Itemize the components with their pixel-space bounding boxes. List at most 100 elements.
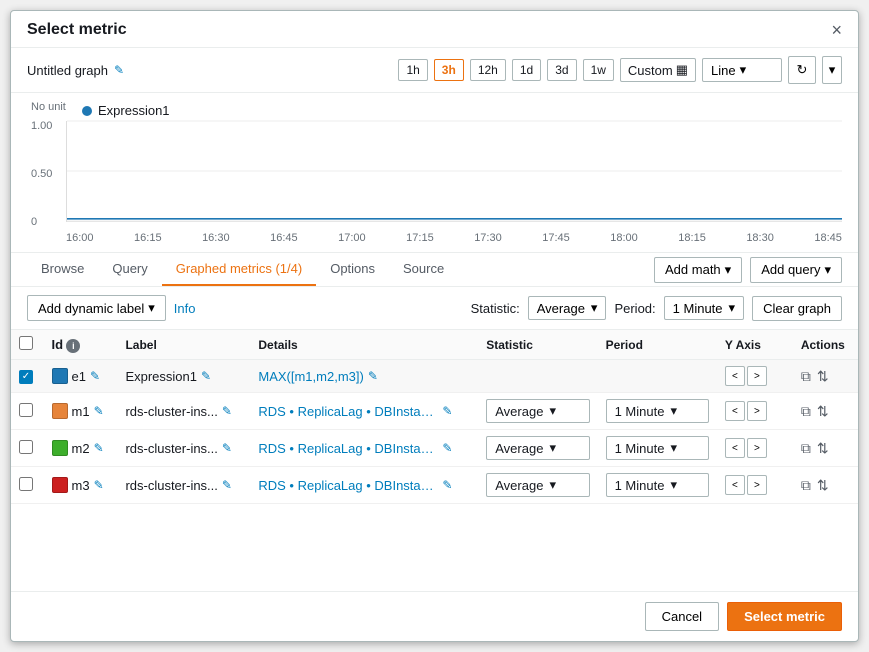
info-link[interactable]: Info [174, 301, 196, 316]
row-m2-checkbox[interactable] [19, 440, 33, 454]
time-1h-button[interactable]: 1h [398, 59, 427, 81]
row-m2-details-link[interactable]: RDS • ReplicaLag • DBInstanceIde.... [258, 441, 438, 456]
row-e1-label: Expression1 [125, 369, 197, 384]
row-m1-period-value: 1 Minute [615, 404, 665, 419]
row-m1-actions-cell: ⧉ ⇅ [793, 393, 858, 430]
row-e1-details-link[interactable]: MAX([m1,m2,m3]) [258, 369, 363, 384]
add-dynamic-label-button[interactable]: Add dynamic label ▾ [27, 295, 166, 321]
select-metric-button[interactable]: Select metric [727, 602, 842, 631]
row-m1-details-edit-icon[interactable]: ✎ [442, 404, 452, 418]
tab-browse[interactable]: Browse [27, 253, 98, 286]
row-m1-period-select[interactable]: 1 Minute ▾ [606, 399, 709, 423]
row-m1-statistic-select[interactable]: Average ▾ [486, 399, 589, 423]
stat-period-group: Statistic: Average ▾ Period: 1 Minute ▾ … [471, 296, 842, 321]
row-m1-copy-icon[interactable]: ⧉ [801, 403, 811, 420]
modal-footer: Cancel Select metric [11, 591, 858, 641]
row-m2-period-select[interactable]: 1 Minute ▾ [606, 436, 709, 460]
tab-query[interactable]: Query [98, 253, 161, 286]
row-e1-id: e1 [72, 369, 86, 384]
row-m1-checkbox[interactable] [19, 403, 33, 417]
row-e1-move-icon[interactable]: ⇅ [817, 368, 829, 385]
row-m3-edit-icon[interactable]: ✎ [94, 478, 104, 492]
row-e1-yaxis-left[interactable]: < [725, 366, 745, 386]
row-m3-period-select[interactable]: 1 Minute ▾ [606, 473, 709, 497]
row-m3-details-link[interactable]: RDS • ReplicaLag • DBInstanceIde.... [258, 478, 438, 493]
row-m1-label-cell: rds-cluster-ins... ✎ [117, 393, 250, 430]
row-m3-yaxis-left[interactable]: < [725, 475, 745, 495]
row-m2-statistic-value: Average [495, 441, 543, 456]
tab-options[interactable]: Options [316, 253, 389, 286]
legend-color-dot [82, 106, 92, 116]
row-e1-copy-icon[interactable]: ⧉ [801, 368, 811, 385]
add-math-button[interactable]: Add math ▾ [654, 257, 742, 283]
tab-source[interactable]: Source [389, 253, 458, 286]
row-m1-label-edit-icon[interactable]: ✎ [222, 404, 232, 418]
row-m3-checkbox-cell [11, 467, 44, 504]
row-m3-yaxis-right[interactable]: > [747, 475, 767, 495]
row-m3-statistic-select[interactable]: Average ▾ [486, 473, 589, 497]
x-label-4: 17:00 [338, 232, 366, 244]
clear-graph-button[interactable]: Clear graph [752, 296, 842, 321]
row-e1-details-edit-icon[interactable]: ✎ [368, 369, 378, 383]
period-label: Period: [614, 301, 655, 316]
row-m3-details-edit-icon[interactable]: ✎ [442, 478, 452, 492]
dynamic-label-dropdown-icon: ▾ [148, 300, 155, 316]
row-m2-stat-dropdown-icon: ▾ [549, 440, 556, 456]
row-m1-yaxis-right[interactable]: > [747, 401, 767, 421]
period-dropdown-icon: ▾ [729, 300, 736, 316]
row-m1-edit-icon[interactable]: ✎ [94, 404, 104, 418]
id-info-icon[interactable]: i [66, 339, 80, 353]
row-m3-label-edit-icon[interactable]: ✎ [222, 478, 232, 492]
period-value: 1 Minute [673, 301, 723, 316]
row-m1-details-link[interactable]: RDS • ReplicaLag • DBInstanceIde.... [258, 404, 438, 419]
row-m2-period-cell: 1 Minute ▾ [598, 430, 717, 467]
row-e1-edit-icon[interactable]: ✎ [90, 369, 100, 383]
cancel-button[interactable]: Cancel [645, 602, 719, 631]
graph-title-edit-icon[interactable]: ✎ [114, 63, 124, 77]
chart-type-select[interactable]: Line ▾ [702, 58, 782, 82]
row-m2-details-edit-icon[interactable]: ✎ [442, 441, 452, 455]
row-m2-copy-icon[interactable]: ⧉ [801, 440, 811, 457]
row-m2-color-swatch [52, 440, 68, 456]
time-3d-button[interactable]: 3d [547, 59, 576, 81]
row-m1-details-cell: RDS • ReplicaLag • DBInstanceIde.... ✎ [250, 393, 478, 430]
row-e1-label-edit-icon[interactable]: ✎ [201, 369, 211, 383]
time-3h-button[interactable]: 3h [434, 59, 464, 81]
row-e1-checkbox[interactable]: ✓ [19, 370, 33, 384]
col-header-period: Period [598, 330, 717, 360]
row-m3-move-icon[interactable]: ⇅ [817, 477, 829, 494]
time-12h-button[interactable]: 12h [470, 59, 506, 81]
row-m2-edit-icon[interactable]: ✎ [94, 441, 104, 455]
more-options-button[interactable]: ▾ [822, 56, 842, 84]
row-m3-checkbox[interactable] [19, 477, 33, 491]
statistic-select[interactable]: Average ▾ [528, 296, 607, 320]
row-e1-yaxis-ctrl: < > [725, 366, 785, 386]
add-query-button[interactable]: Add query ▾ [750, 257, 842, 283]
select-all-checkbox[interactable] [19, 336, 33, 350]
col-header-actions: Actions [793, 330, 858, 360]
row-m1-move-icon[interactable]: ⇅ [817, 403, 829, 420]
row-m2-statistic-select[interactable]: Average ▾ [486, 436, 589, 460]
custom-label: Custom [628, 63, 673, 78]
close-button[interactable]: × [831, 21, 842, 39]
row-m1-yaxis-left[interactable]: < [725, 401, 745, 421]
row-m1-period-dropdown-icon: ▾ [670, 403, 677, 419]
time-1d-button[interactable]: 1d [512, 59, 541, 81]
row-m2-move-icon[interactable]: ⇅ [817, 440, 829, 457]
row-m3-actions-cell: ⧉ ⇅ [793, 467, 858, 504]
row-m2-actions-cell: ⧉ ⇅ [793, 430, 858, 467]
time-1w-button[interactable]: 1w [583, 59, 614, 81]
row-m2-details-cell: RDS • ReplicaLag • DBInstanceIde.... ✎ [250, 430, 478, 467]
refresh-button[interactable]: ↻ [788, 56, 816, 84]
time-custom-button[interactable]: Custom ▦ [620, 58, 696, 82]
row-m1-statistic-value: Average [495, 404, 543, 419]
period-select[interactable]: 1 Minute ▾ [664, 296, 744, 320]
row-m2-yaxis-right[interactable]: > [747, 438, 767, 458]
row-m3-statistic-value: Average [495, 478, 543, 493]
row-m2-yaxis-left[interactable]: < [725, 438, 745, 458]
tab-graphed-metrics[interactable]: Graphed metrics (1/4) [162, 253, 316, 286]
add-query-dropdown-icon: ▾ [824, 262, 831, 278]
row-m3-copy-icon[interactable]: ⧉ [801, 477, 811, 494]
row-e1-yaxis-right[interactable]: > [747, 366, 767, 386]
row-m2-label-edit-icon[interactable]: ✎ [222, 441, 232, 455]
